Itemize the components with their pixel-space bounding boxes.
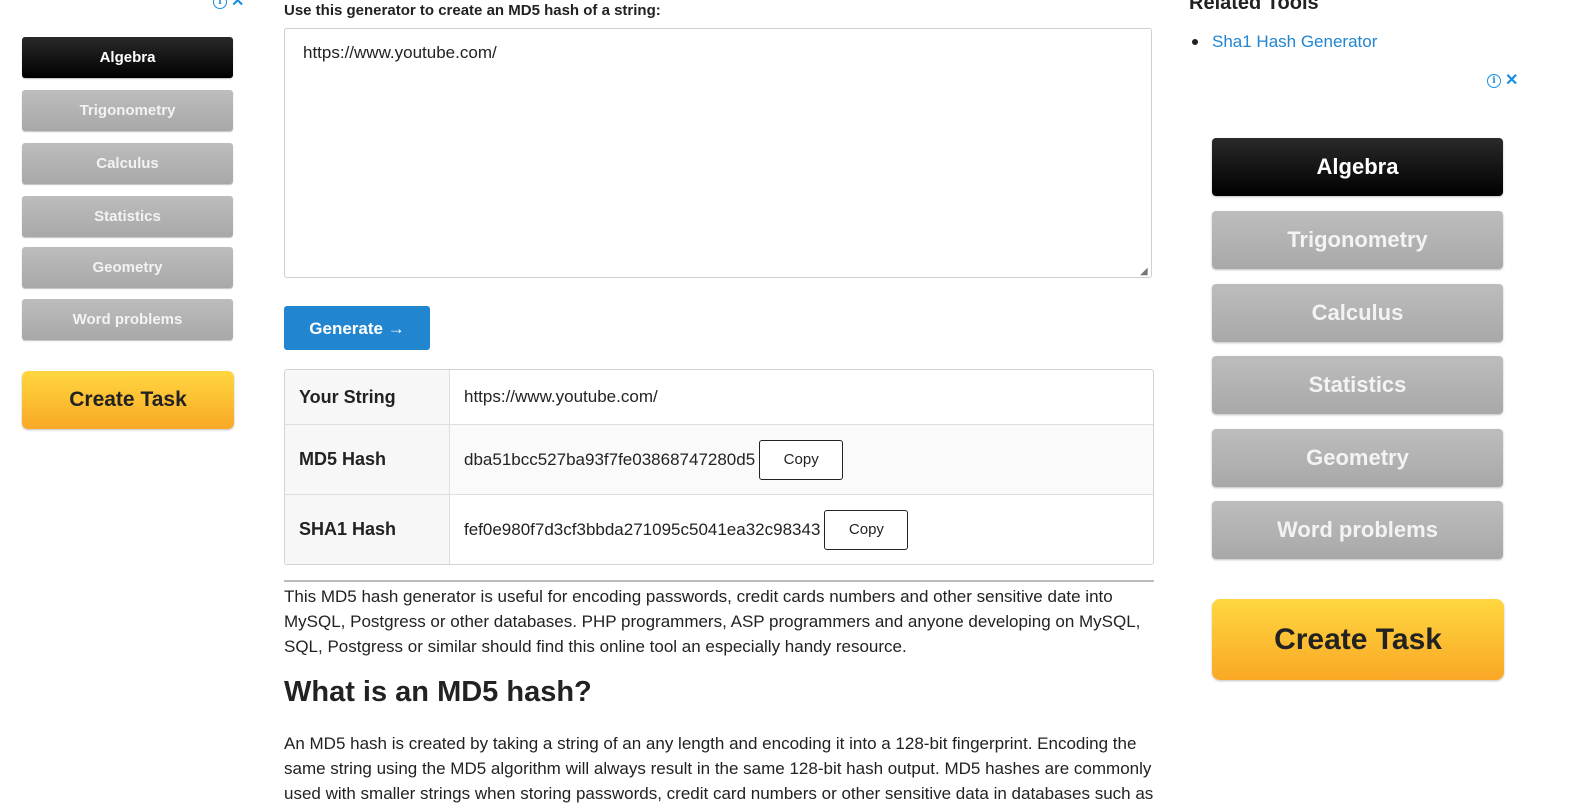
left-ad: i ✕ Algebra Trigonometry Calculus Statis… — [0, 0, 260, 808]
table-row: SHA1 Hash fef0e980f7d3cf3bbda271095c5041… — [285, 495, 1153, 564]
description-paragraph: This MD5 hash generator is useful for en… — [284, 587, 1141, 656]
ad-subject-calculus[interactable]: Calculus — [22, 143, 233, 184]
results-table: Your String https://www.youtube.com/ MD5… — [284, 369, 1154, 565]
bullet-icon — [1192, 39, 1198, 45]
close-icon[interactable]: ✕ — [231, 0, 244, 10]
table-row: MD5 Hash dba51bcc527ba93f7fe03868747280d… — [285, 425, 1153, 495]
ad-subject-geometry[interactable]: Geometry — [22, 247, 233, 288]
section-paragraph: An MD5 hash is created by taking a strin… — [284, 734, 1154, 803]
row-label: MD5 Hash — [285, 425, 450, 494]
copy-sha1-button[interactable]: Copy — [824, 509, 909, 550]
your-string-value: https://www.youtube.com/ — [464, 387, 658, 406]
related-tools-heading: Related Tools — [1189, 0, 1319, 14]
row-label: Your String — [285, 370, 450, 424]
ad-subject-trigonometry[interactable]: Trigonometry — [22, 90, 233, 131]
sha1-hash-value: fef0e980f7d3cf3bbda271095c5041ea32c98343 — [464, 519, 821, 539]
ad-subject-trigonometry[interactable]: Trigonometry — [1212, 211, 1503, 269]
ad-subject-statistics[interactable]: Statistics — [1212, 356, 1503, 414]
ad-controls: i ✕ — [1487, 73, 1518, 89]
ad-subject-algebra[interactable]: Algebra — [1212, 138, 1503, 196]
ad-subject-word-problems[interactable]: Word problems — [22, 299, 233, 340]
ad-controls: i ✕ — [213, 0, 244, 10]
related-link-sha1[interactable]: Sha1 Hash Generator — [1212, 32, 1377, 52]
close-icon[interactable]: ✕ — [1505, 73, 1518, 89]
divider — [284, 580, 1154, 582]
md5-hash-value: dba51bcc527ba93f7fe03868747280d5 — [464, 449, 756, 469]
copy-md5-button[interactable]: Copy — [759, 439, 844, 480]
ad-subject-geometry[interactable]: Geometry — [1212, 429, 1503, 487]
md5-hash-cell: dba51bcc527ba93f7fe03868747280d5 Copy — [450, 425, 1153, 494]
ad-subject-calculus[interactable]: Calculus — [1212, 284, 1503, 342]
ad-subject-statistics[interactable]: Statistics — [22, 196, 233, 237]
list-item: Sha1 Hash Generator — [1189, 32, 1377, 52]
related-tools-list: Sha1 Hash Generator — [1189, 32, 1377, 52]
row-label: SHA1 Hash — [285, 495, 450, 564]
info-icon[interactable]: i — [1487, 74, 1501, 88]
resize-handle-icon[interactable]: ◢ — [1140, 266, 1148, 277]
table-row: Your String https://www.youtube.com/ — [285, 370, 1153, 425]
sha1-hash-cell: fef0e980f7d3cf3bbda271095c5041ea32c98343… — [450, 495, 1153, 564]
right-ad: i ✕ Algebra Trigonometry Calculus Statis… — [1190, 70, 1530, 710]
ad-subject-algebra[interactable]: Algebra — [22, 37, 233, 78]
ad-create-task-button[interactable]: Create Task — [22, 371, 234, 429]
ad-create-task-button[interactable]: Create Task — [1212, 599, 1504, 680]
generate-button[interactable]: Generate → — [284, 306, 430, 350]
generator-instructions: Use this generator to create an MD5 hash… — [284, 2, 661, 19]
ad-subject-word-problems[interactable]: Word problems — [1212, 501, 1503, 559]
info-icon[interactable]: i — [213, 0, 227, 9]
section-heading: What is an MD5 hash? — [284, 676, 592, 708]
string-input[interactable] — [284, 28, 1152, 278]
